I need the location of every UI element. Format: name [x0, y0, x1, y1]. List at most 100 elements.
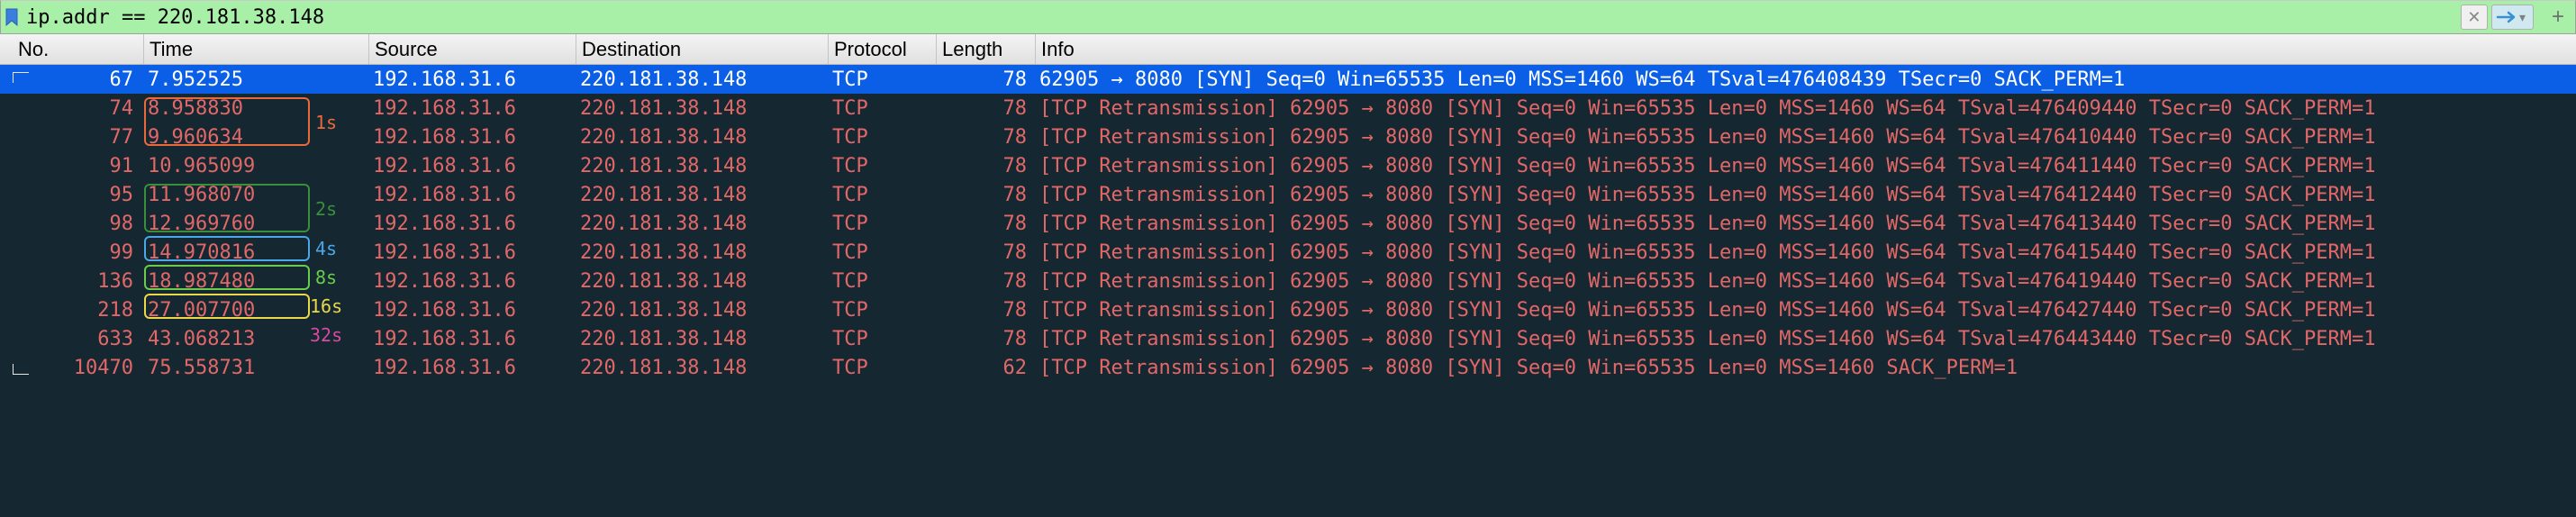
cell-info: [TCP Retransmission] 62905 → 8080 [SYN] … — [1036, 209, 2576, 238]
cell-src: 192.168.31.6 — [369, 324, 576, 353]
cell-dst: 220.181.38.148 — [576, 180, 829, 209]
cell-info: [TCP Retransmission] 62905 → 8080 [SYN] … — [1036, 180, 2576, 209]
cell-len: 78 — [937, 94, 1036, 122]
cell-src: 192.168.31.6 — [369, 151, 576, 180]
col-dest[interactable]: Destination — [576, 34, 829, 64]
cell-proto: TCP — [829, 295, 937, 324]
cell-proto: TCP — [829, 238, 937, 267]
cell-info: [TCP Retransmission] 62905 → 8080 [SYN] … — [1036, 324, 2576, 353]
cell-src: 192.168.31.6 — [369, 122, 576, 151]
cell-proto: TCP — [829, 151, 937, 180]
col-length[interactable]: Length — [937, 34, 1036, 64]
cell-no: 633 — [0, 324, 144, 353]
col-info[interactable]: Info — [1036, 34, 2576, 64]
cell-len: 78 — [937, 122, 1036, 151]
col-proto[interactable]: Protocol — [829, 34, 937, 64]
cell-time: 75.558731 — [144, 353, 369, 382]
cell-len: 78 — [937, 295, 1036, 324]
tree-bracket-icon — [13, 364, 29, 375]
cell-time: 12.969760 — [144, 209, 369, 238]
packet-row[interactable]: 13618.987480192.168.31.6220.181.38.148TC… — [0, 267, 2576, 295]
add-filter-button[interactable]: + — [2544, 5, 2571, 30]
packet-row[interactable]: 677.952525192.168.31.6220.181.38.148TCP7… — [0, 65, 2576, 94]
cell-dst: 220.181.38.148 — [576, 295, 829, 324]
cell-len: 78 — [937, 65, 1036, 94]
cell-no: 91 — [0, 151, 144, 180]
cell-time: 8.958830 — [144, 94, 369, 122]
cell-proto: TCP — [829, 122, 937, 151]
cell-src: 192.168.31.6 — [369, 65, 576, 94]
packet-row[interactable]: 748.958830192.168.31.6220.181.38.148TCP7… — [0, 94, 2576, 122]
packet-row[interactable]: 779.960634192.168.31.6220.181.38.148TCP7… — [0, 122, 2576, 151]
cell-proto: TCP — [829, 267, 937, 295]
cell-src: 192.168.31.6 — [369, 180, 576, 209]
cell-len: 78 — [937, 267, 1036, 295]
cell-src: 192.168.31.6 — [369, 238, 576, 267]
packet-list[interactable]: 677.952525192.168.31.6220.181.38.148TCP7… — [0, 65, 2576, 517]
packet-row[interactable]: 1047075.558731192.168.31.6220.181.38.148… — [0, 353, 2576, 382]
cell-info: [TCP Retransmission] 62905 → 8080 [SYN] … — [1036, 267, 2576, 295]
cell-src: 192.168.31.6 — [369, 94, 576, 122]
cell-no: 98 — [0, 209, 144, 238]
packet-list-header: No. Time Source Destination Protocol Len… — [0, 34, 2576, 65]
cell-info: [TCP Retransmission] 62905 → 8080 [SYN] … — [1036, 94, 2576, 122]
cell-no: 99 — [0, 238, 144, 267]
cell-dst: 220.181.38.148 — [576, 209, 829, 238]
packet-row[interactable]: 9110.965099192.168.31.6220.181.38.148TCP… — [0, 151, 2576, 180]
cell-info: [TCP Retransmission] 62905 → 8080 [SYN] … — [1036, 353, 2576, 382]
cell-proto: TCP — [829, 353, 937, 382]
cell-time: 9.960634 — [144, 122, 369, 151]
packet-row[interactable]: 63343.068213192.168.31.6220.181.38.148TC… — [0, 324, 2576, 353]
cell-no: 95 — [0, 180, 144, 209]
cell-dst: 220.181.38.148 — [576, 267, 829, 295]
cell-no: 136 — [0, 267, 144, 295]
cell-dst: 220.181.38.148 — [576, 324, 829, 353]
col-source[interactable]: Source — [369, 34, 576, 64]
bookmark-icon[interactable] — [3, 5, 21, 29]
cell-len: 78 — [937, 324, 1036, 353]
cell-proto: TCP — [829, 94, 937, 122]
packet-row[interactable]: 9914.970816192.168.31.6220.181.38.148TCP… — [0, 238, 2576, 267]
cell-info: [TCP Retransmission] 62905 → 8080 [SYN] … — [1036, 151, 2576, 180]
cell-src: 192.168.31.6 — [369, 353, 576, 382]
cell-dst: 220.181.38.148 — [576, 122, 829, 151]
cell-time: 27.007700 — [144, 295, 369, 324]
packet-row[interactable]: 9511.968070192.168.31.6220.181.38.148TCP… — [0, 180, 2576, 209]
cell-proto: TCP — [829, 209, 937, 238]
cell-dst: 220.181.38.148 — [576, 94, 829, 122]
cell-no: 218 — [0, 295, 144, 324]
cell-src: 192.168.31.6 — [369, 267, 576, 295]
cell-proto: TCP — [829, 180, 937, 209]
cell-time: 43.068213 — [144, 324, 369, 353]
cell-dst: 220.181.38.148 — [576, 65, 829, 94]
cell-no: 77 — [0, 122, 144, 151]
cell-time: 14.970816 — [144, 238, 369, 267]
cell-len: 78 — [937, 180, 1036, 209]
cell-no: 74 — [0, 94, 144, 122]
cell-time: 7.952525 — [144, 65, 369, 94]
cell-len: 62 — [937, 353, 1036, 382]
cell-time: 10.965099 — [144, 151, 369, 180]
cell-src: 192.168.31.6 — [369, 295, 576, 324]
cell-info: [TCP Retransmission] 62905 → 8080 [SYN] … — [1036, 238, 2576, 267]
cell-dst: 220.181.38.148 — [576, 151, 829, 180]
cell-src: 192.168.31.6 — [369, 209, 576, 238]
tree-bracket-icon — [13, 72, 29, 83]
cell-info: [TCP Retransmission] 62905 → 8080 [SYN] … — [1036, 122, 2576, 151]
cell-proto: TCP — [829, 324, 937, 353]
cell-time: 11.968070 — [144, 180, 369, 209]
cell-dst: 220.181.38.148 — [576, 238, 829, 267]
display-filter-input[interactable] — [26, 6, 2455, 29]
col-time[interactable]: Time — [144, 34, 369, 64]
cell-len: 78 — [937, 209, 1036, 238]
col-no[interactable]: No. — [0, 34, 144, 64]
cell-dst: 220.181.38.148 — [576, 353, 829, 382]
packet-row[interactable]: 9812.969760192.168.31.6220.181.38.148TCP… — [0, 209, 2576, 238]
display-filter-bar: ✕ ▾ + — [0, 0, 2576, 34]
cell-time: 18.987480 — [144, 267, 369, 295]
packet-row[interactable]: 21827.007700192.168.31.6220.181.38.148TC… — [0, 295, 2576, 324]
apply-filter-button[interactable]: ▾ — [2491, 5, 2534, 30]
clear-filter-button[interactable]: ✕ — [2461, 5, 2488, 30]
filter-buttons: ✕ ▾ + — [2461, 5, 2571, 30]
cell-len: 78 — [937, 151, 1036, 180]
